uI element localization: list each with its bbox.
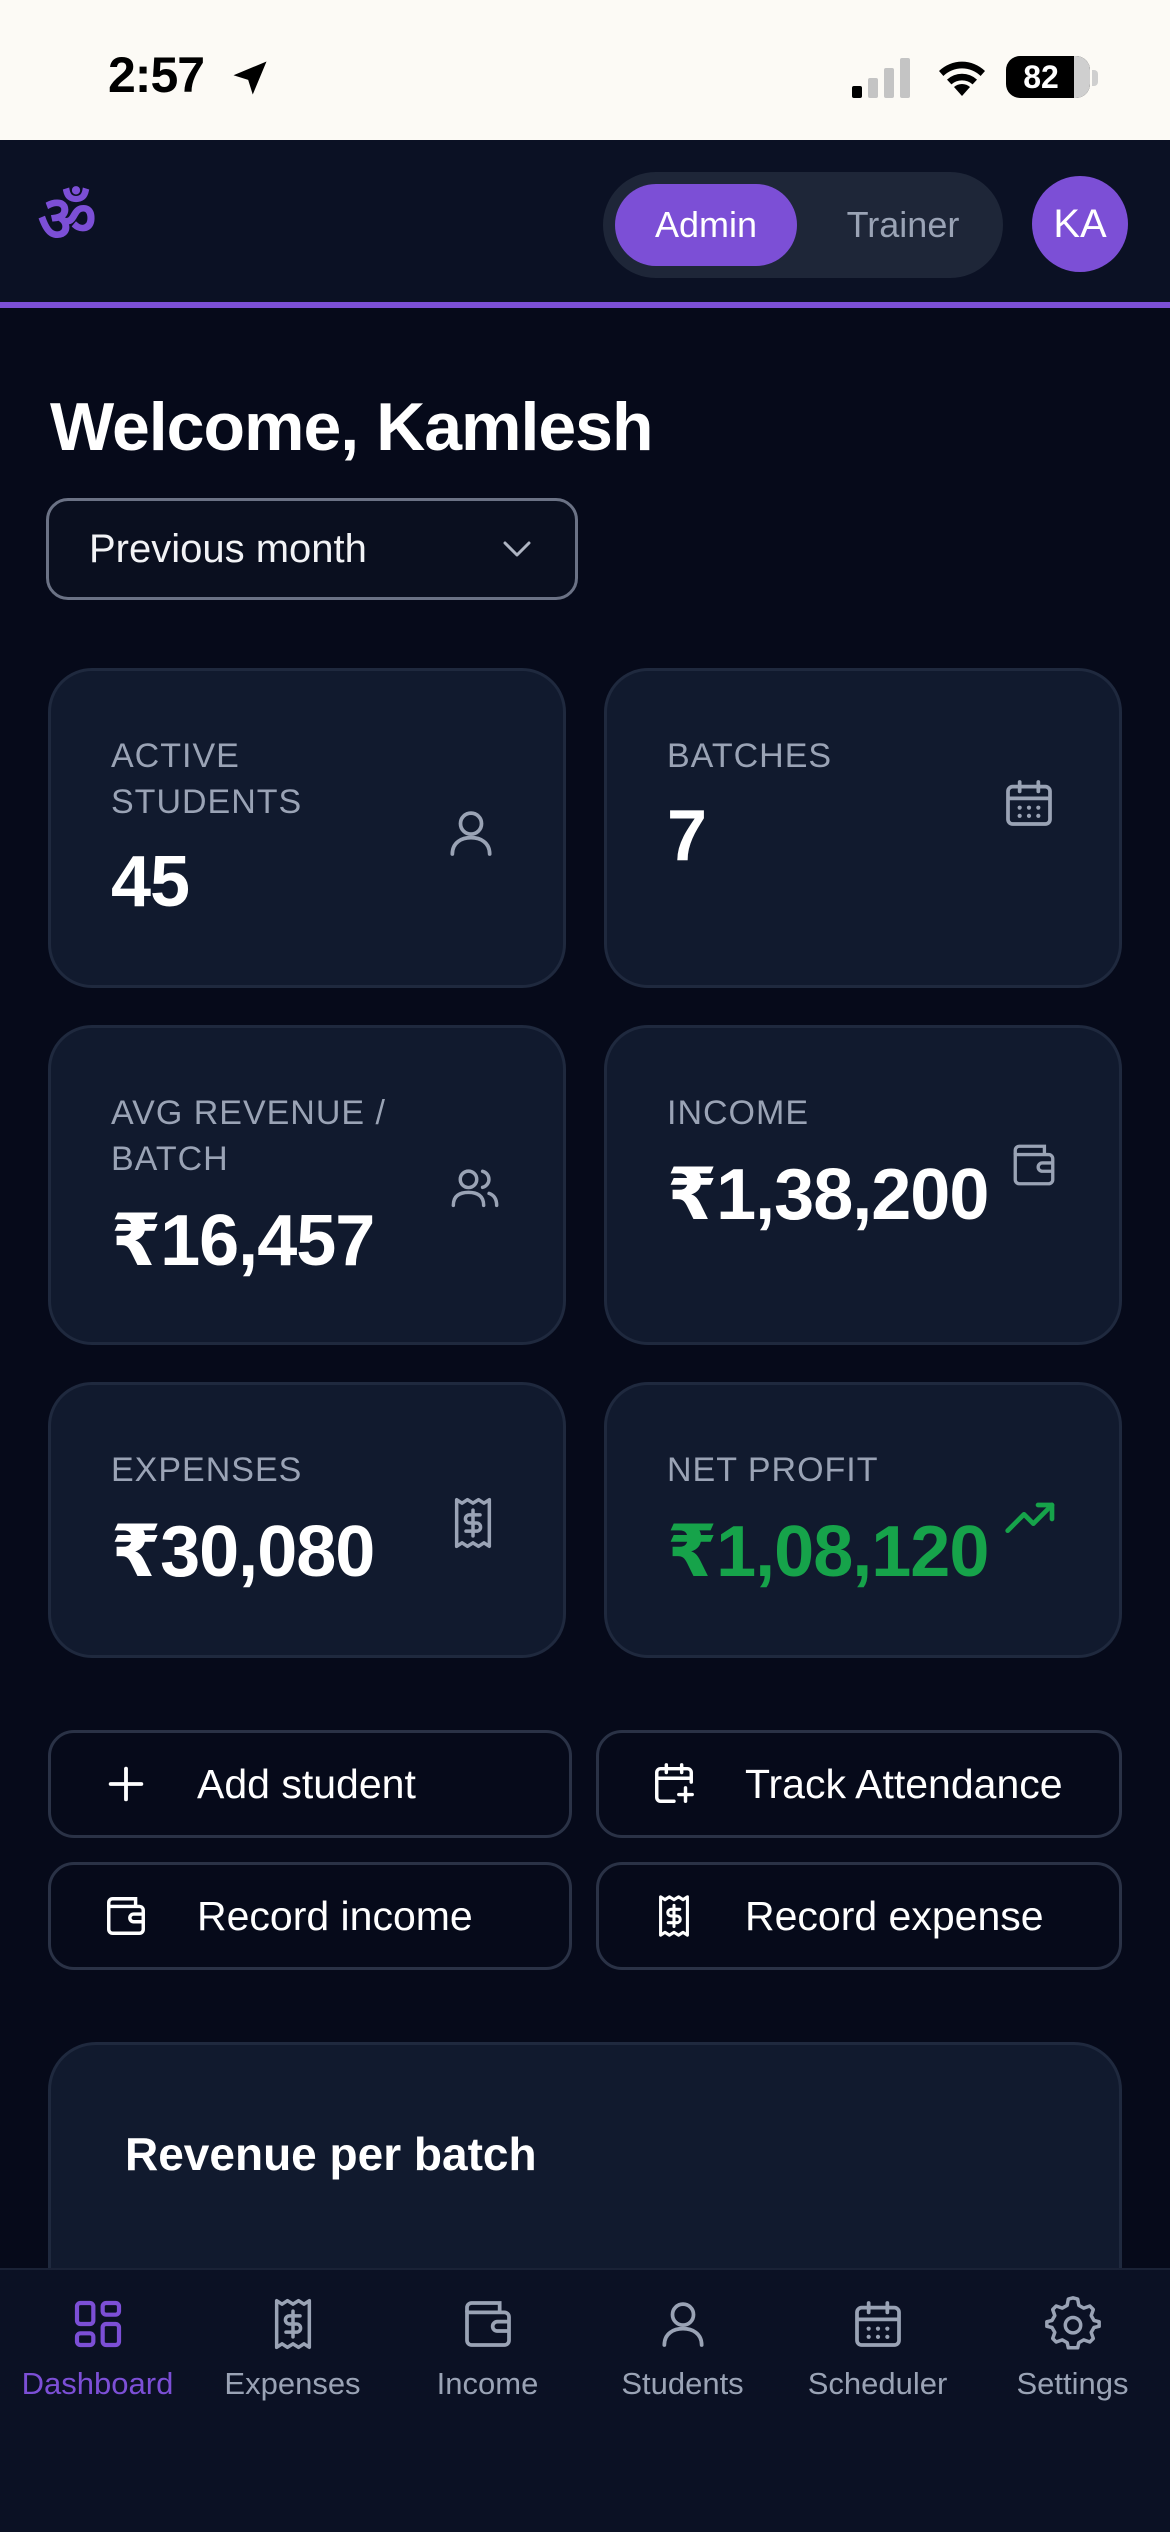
stat-card-batches[interactable]: BATCHES 7	[604, 668, 1122, 988]
record-income-button[interactable]: Record income	[48, 1862, 572, 1970]
stat-label: AVG REVENUE / BATCH	[111, 1094, 386, 1178]
record-expense-label: Record expense	[745, 1893, 1044, 1939]
track-attendance-label: Track Attendance	[745, 1761, 1063, 1807]
chevron-down-icon	[503, 541, 531, 557]
stat-label: NET PROFIT	[667, 1451, 879, 1489]
add-student-label: Add student	[197, 1761, 416, 1807]
gear-icon	[1045, 2296, 1101, 2350]
status-bar: 2:57 82	[0, 0, 1170, 140]
stat-value: 7	[667, 796, 707, 876]
nav-label: Scheduler	[807, 2366, 948, 2401]
stat-card-net-profit[interactable]: NET PROFIT ₹1,08,120	[604, 1382, 1122, 1658]
stat-value: ₹30,080	[111, 1512, 375, 1592]
nav-item-students[interactable]: Students	[585, 2270, 780, 2532]
wallet-icon	[465, 2301, 511, 2347]
stat-label: INCOME	[667, 1094, 809, 1132]
cellular-signal-icon	[852, 58, 910, 98]
nav-item-scheduler[interactable]: Scheduler	[780, 2270, 975, 2532]
nav-item-income[interactable]: Income	[390, 2270, 585, 2532]
nav-label: Settings	[1016, 2366, 1129, 2401]
track-attendance-button[interactable]: Track Attendance	[596, 1730, 1122, 1838]
status-time: 2:57	[108, 47, 205, 103]
trending-up-icon	[1005, 1502, 1055, 1533]
nav-item-settings[interactable]: Settings	[975, 2270, 1170, 2532]
stat-value: 45	[111, 842, 190, 922]
wallet-icon	[107, 1897, 145, 1935]
wifi-icon	[939, 61, 985, 96]
calendar-icon	[1006, 780, 1052, 826]
location-arrow-icon	[233, 61, 267, 95]
users-icon	[451, 1169, 499, 1208]
nav-label: Students	[621, 2366, 744, 2401]
wallet-icon	[1013, 1144, 1055, 1186]
battery-level: 82	[1023, 59, 1059, 95]
nav-label: Expenses	[224, 2366, 361, 2401]
user-icon	[450, 811, 492, 856]
stat-card-income[interactable]: INCOME ₹1,38,200	[604, 1025, 1122, 1345]
header-divider	[0, 302, 1170, 308]
calendar-plus-icon	[655, 1763, 694, 1803]
stat-card-active-students[interactable]: ACTIVE STUDENTS 45	[48, 668, 566, 988]
receipt-icon	[659, 1895, 689, 1937]
stat-label: BATCHES	[667, 737, 833, 775]
role-trainer-button[interactable]: Trainer	[813, 184, 993, 266]
add-student-button[interactable]: Add student	[48, 1730, 572, 1838]
period-select-value: Previous month	[89, 527, 367, 571]
battery-indicator: 82	[1006, 56, 1090, 98]
stat-label: EXPENSES	[111, 1451, 303, 1489]
avatar[interactable]: KA	[1032, 176, 1128, 272]
plus-icon	[108, 1766, 144, 1802]
stat-label: ACTIVE STUDENTS	[111, 737, 303, 821]
nav-item-expenses[interactable]: Expenses	[195, 2270, 390, 2532]
nav-label: Dashboard	[21, 2366, 174, 2401]
dashboard-icon	[74, 2300, 122, 2348]
receipt-icon	[274, 2298, 312, 2350]
stat-value: ₹1,38,200	[667, 1155, 989, 1235]
page-title: Welcome, Kamlesh	[50, 389, 654, 465]
stat-value: ₹1,08,120	[667, 1512, 989, 1592]
record-income-label: Record income	[197, 1893, 473, 1939]
record-expense-button[interactable]: Record expense	[596, 1862, 1122, 1970]
role-toggle: Admin Trainer	[603, 172, 1003, 278]
calendar-icon	[855, 2301, 901, 2347]
nav-item-dashboard[interactable]: Dashboard	[0, 2270, 195, 2532]
period-select[interactable]: Previous month	[46, 498, 578, 600]
bottom-nav: Dashboard Expenses Income Students Sched…	[0, 2268, 1170, 2532]
user-icon	[662, 2302, 704, 2347]
om-logo[interactable]: ॐ	[38, 180, 124, 260]
receipt-icon	[454, 1497, 492, 1549]
battery-cap	[1092, 70, 1098, 86]
revenue-panel-title: Revenue per batch	[125, 2128, 537, 2180]
stat-value: ₹16,457	[111, 1201, 375, 1281]
stat-card-expenses[interactable]: EXPENSES ₹30,080	[48, 1382, 566, 1658]
nav-label: Income	[436, 2366, 539, 2401]
stat-card-avg-revenue[interactable]: AVG REVENUE / BATCH ₹16,457	[48, 1025, 566, 1345]
role-admin-button[interactable]: Admin	[615, 184, 797, 266]
